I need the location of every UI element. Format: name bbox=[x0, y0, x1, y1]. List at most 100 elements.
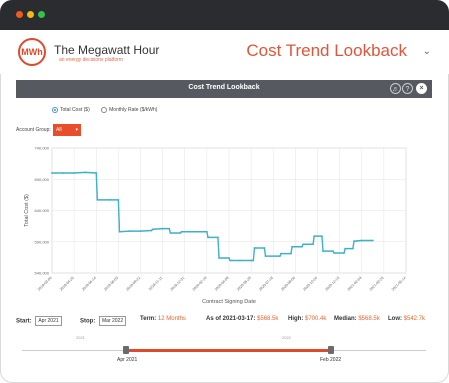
chevron-down-icon[interactable]: ⌄ bbox=[423, 46, 431, 57]
data-point bbox=[205, 230, 208, 233]
close-icon[interactable]: × bbox=[416, 83, 427, 94]
data-point bbox=[151, 228, 154, 231]
data-point bbox=[290, 252, 292, 255]
term-label: Term: bbox=[140, 316, 157, 322]
x-axis-label: Contract Signing Date bbox=[202, 299, 256, 305]
data-point bbox=[371, 239, 374, 242]
y-tick-label: 590,000 bbox=[35, 239, 50, 244]
low-stat: Low: $542.7k bbox=[388, 316, 425, 322]
data-point bbox=[118, 230, 121, 233]
term-value: 12 Months bbox=[157, 316, 186, 322]
caret-down-icon: ▾ bbox=[75, 127, 78, 133]
y-tick-label: 640,000 bbox=[35, 208, 50, 213]
data-point bbox=[84, 171, 87, 174]
data-point bbox=[344, 247, 347, 250]
data-point bbox=[313, 235, 316, 238]
asof-value: $568.5k bbox=[257, 316, 279, 322]
low-label: Low: bbox=[388, 316, 402, 322]
account-group-label: Account Group: bbox=[16, 127, 51, 133]
data-point bbox=[108, 198, 111, 201]
data-point bbox=[291, 245, 293, 248]
radio-monthly-label: Monthly Rate ($/kWh) bbox=[109, 107, 158, 113]
x-tick-label: 2020-10-26 bbox=[302, 276, 318, 292]
x-tick-label: 2020-07-18 bbox=[258, 276, 274, 292]
data-point bbox=[218, 257, 220, 259]
brand-name: The Megawatt Hour bbox=[54, 43, 160, 57]
radio-monthly-rate[interactable] bbox=[101, 107, 108, 113]
data-point bbox=[332, 250, 334, 253]
data-point bbox=[51, 172, 53, 174]
start-label: Start: bbox=[16, 318, 32, 325]
data-point bbox=[229, 259, 232, 262]
slider-selected-range[interactable] bbox=[126, 349, 331, 352]
stop-select[interactable]: Mar 2022 bbox=[99, 316, 127, 326]
slider-year-left: 2021 bbox=[76, 335, 85, 340]
data-point bbox=[280, 252, 282, 255]
data-point bbox=[343, 252, 345, 254]
y-tick-label: 540,000 bbox=[35, 271, 50, 276]
page-title: Cost Trend Lookback bbox=[246, 41, 407, 60]
bell-icon[interactable]: ♬ bbox=[390, 83, 401, 94]
data-point bbox=[322, 250, 324, 253]
x-tick-label: 2019-11-11 bbox=[148, 276, 163, 291]
cost-trend-chart: 540,000 590,000 640,000 690,000 740,000 2019-… bbox=[24, 146, 407, 306]
high-label: High: bbox=[288, 316, 304, 322]
x-tick-label: 2020-04-09 bbox=[214, 276, 230, 292]
data-point bbox=[253, 247, 256, 249]
slider-stop-handle[interactable] bbox=[328, 346, 334, 354]
data-point bbox=[73, 172, 76, 174]
data-point bbox=[128, 230, 131, 233]
start-control: Start: Apr 2021 bbox=[16, 316, 62, 326]
maximize-window-dot[interactable] bbox=[38, 11, 45, 18]
x-tick-label: 2019-04-25 bbox=[59, 276, 75, 292]
x-tick-label: 2021-05-14 bbox=[391, 276, 407, 292]
start-handle-label: Apr 2021 bbox=[117, 357, 138, 363]
stop-handle-label: Feb 2022 bbox=[320, 357, 342, 363]
data-point bbox=[333, 252, 335, 254]
data-point bbox=[360, 239, 363, 242]
x-tick-label: 2020-09-06 bbox=[280, 276, 296, 292]
cost-trend-panel: Cost Trend Lookback ♬ ? × Total Cost ($)… bbox=[16, 80, 432, 372]
data-point bbox=[180, 230, 183, 233]
slider-year-right: 2022 bbox=[282, 335, 291, 340]
x-tick-label: 2019-08-03 bbox=[103, 276, 119, 292]
x-tick-label: 2020-12-15 bbox=[324, 276, 340, 292]
window-titlebar bbox=[0, 0, 449, 30]
radio-total-cost[interactable] bbox=[52, 107, 58, 113]
brand-tagline: an energy decisions platform bbox=[59, 57, 123, 63]
slider-start-handle[interactable] bbox=[123, 346, 129, 354]
x-tick-label: 2019-03-06 bbox=[37, 276, 53, 292]
app-window: MWh The Megawatt Hour an energy decision… bbox=[0, 0, 449, 383]
stop-label: Stop: bbox=[80, 318, 96, 325]
data-point bbox=[353, 240, 355, 243]
minimize-window-dot[interactable] bbox=[27, 11, 34, 18]
high-stat: High: $700.4k bbox=[288, 316, 326, 322]
start-select[interactable]: Apr 2021 bbox=[35, 316, 62, 326]
radio-total-label: Total Cost ($) bbox=[60, 107, 90, 113]
data-point bbox=[139, 230, 142, 233]
x-tick-label: 2021-03-25 bbox=[369, 276, 385, 292]
stop-control: Stop: Mar 2022 bbox=[80, 316, 127, 326]
data-point bbox=[217, 236, 219, 239]
close-window-dot[interactable] bbox=[16, 11, 23, 18]
data-point bbox=[228, 257, 230, 259]
median-value: $568.5k bbox=[358, 316, 380, 322]
data-point bbox=[239, 259, 241, 262]
data-point bbox=[278, 255, 281, 258]
data-point bbox=[252, 259, 255, 262]
account-group-select[interactable]: All ▾ bbox=[53, 124, 81, 136]
x-tick-label: 2019-12-31 bbox=[170, 276, 186, 292]
x-tick-label: 2020-02-19 bbox=[192, 276, 208, 292]
x-tick-label: 2019-06-14 bbox=[81, 276, 97, 292]
y-tick-label: 690,000 bbox=[35, 177, 50, 182]
metric-radio-group: Total Cost ($) Monthly Rate ($/kWh) bbox=[52, 107, 167, 113]
mwh-logo[interactable]: MWh bbox=[18, 38, 46, 66]
low-value: $542.7k bbox=[403, 316, 426, 322]
date-range-slider[interactable]: 2021 2022 Apr 2021 Feb 2022 bbox=[16, 334, 432, 374]
x-tick-label: 2019-09-22 bbox=[125, 276, 141, 292]
data-point bbox=[95, 172, 98, 174]
data-point bbox=[352, 247, 354, 250]
asof-stat: As of 2021-03-17: $568.5k bbox=[206, 316, 278, 322]
help-icon[interactable]: ? bbox=[402, 83, 413, 94]
data-point bbox=[96, 198, 99, 201]
